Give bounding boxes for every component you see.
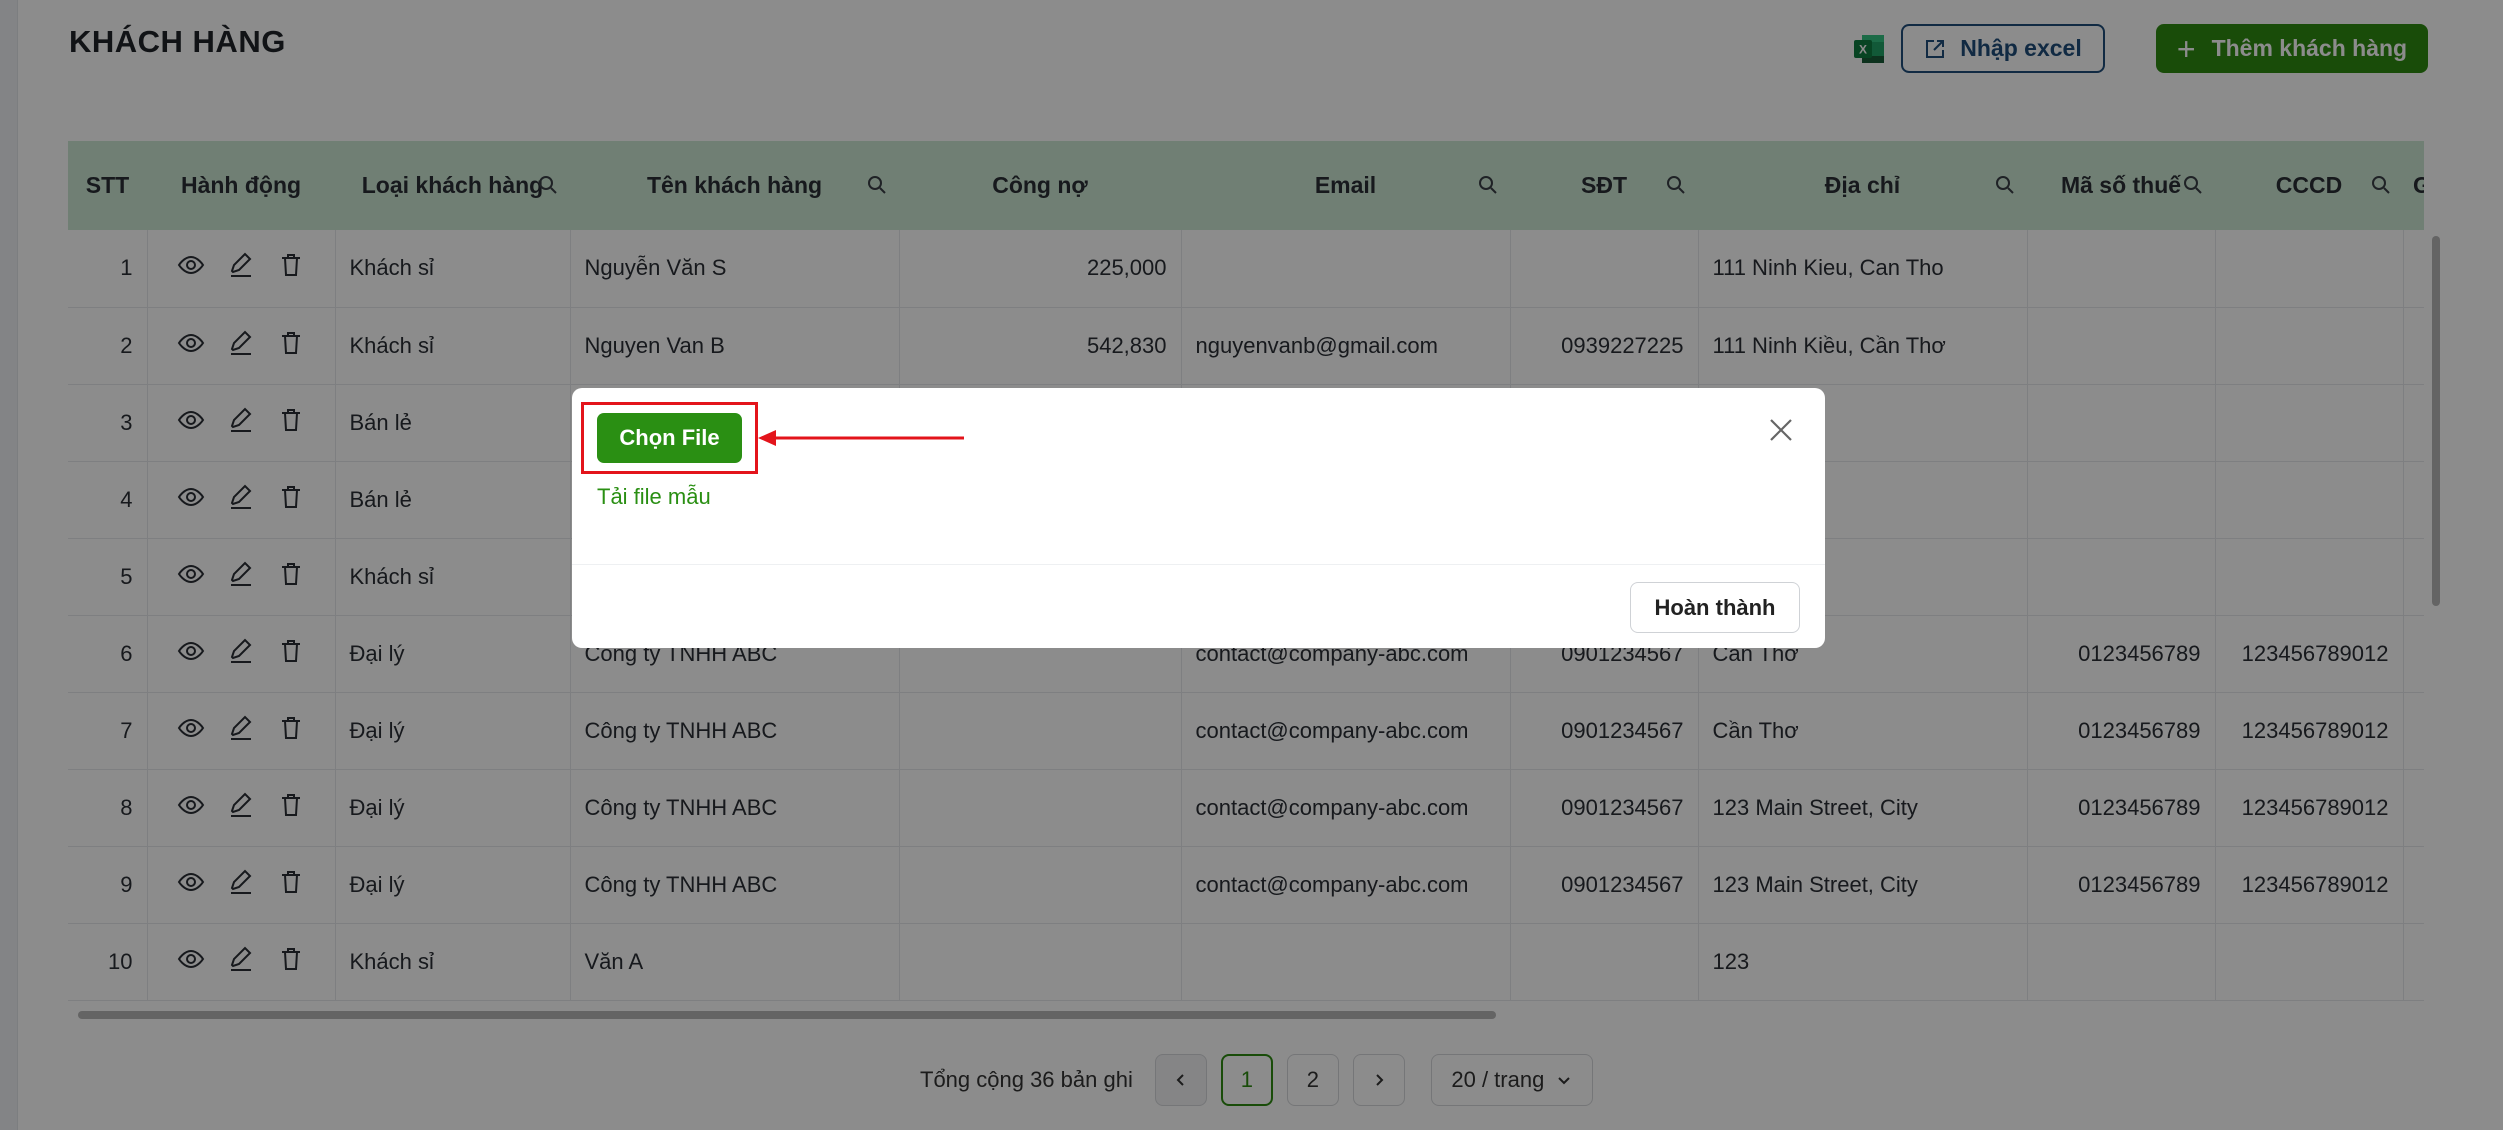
download-template-link[interactable]: Tải file mẫu: [597, 484, 711, 510]
highlight-box: [581, 402, 758, 474]
modal-body: Chọn File Tải file mẫu: [572, 388, 1825, 565]
arrow-annotation: [758, 430, 964, 446]
close-icon[interactable]: [1767, 416, 1795, 444]
import-modal: Chọn File Tải file mẫu Hoàn thành: [572, 388, 1825, 648]
done-button[interactable]: Hoàn thành: [1630, 582, 1800, 633]
